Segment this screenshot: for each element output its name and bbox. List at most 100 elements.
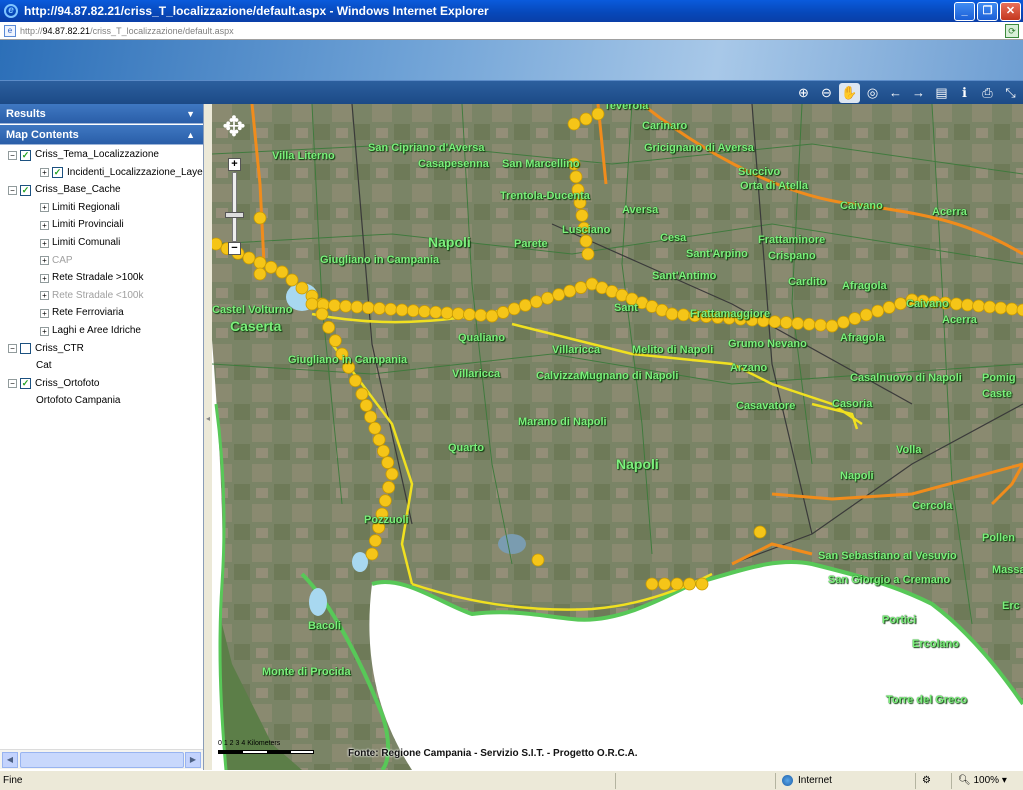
incident-marker[interactable] (882, 301, 896, 314)
incident-marker[interactable] (552, 288, 566, 302)
layer-checkbox[interactable]: ✓ (52, 167, 63, 179)
incident-marker[interactable] (670, 577, 684, 591)
security-zone[interactable]: Internet (775, 772, 915, 789)
incident-marker[interactable] (677, 308, 690, 322)
incident-marker[interactable] (567, 117, 581, 131)
incident-marker[interactable] (972, 299, 985, 313)
collapse-icon[interactable]: − (8, 150, 17, 160)
incident-marker[interactable] (295, 281, 309, 295)
incident-marker[interactable] (574, 281, 588, 294)
incident-marker[interactable] (779, 316, 793, 329)
minimize-button[interactable]: _ (954, 1, 975, 21)
scroll-thumb[interactable] (20, 752, 184, 768)
zoom-slider-track[interactable] (232, 172, 237, 242)
incident-marker[interactable] (518, 298, 532, 312)
incident-marker[interactable] (315, 307, 329, 321)
layer-checkbox[interactable]: ✓ (20, 149, 31, 161)
incident-marker[interactable] (395, 303, 409, 317)
layer-checkbox[interactable] (20, 343, 31, 355)
zoom-level[interactable]: 🔍︎ 100% ▾ (951, 772, 1023, 789)
incident-marker[interactable] (579, 234, 593, 248)
expand-icon[interactable]: + (40, 238, 49, 248)
chevron-down-icon[interactable]: ▼ (186, 104, 195, 124)
incident-marker[interactable] (496, 306, 510, 319)
incident-marker[interactable] (894, 297, 907, 311)
layer-tree-item[interactable]: − ✓ Criss_Ortofoto (8, 376, 99, 392)
incident-marker[interactable] (451, 307, 465, 321)
incident-marker[interactable] (859, 308, 873, 322)
incident-marker[interactable] (591, 107, 605, 121)
incident-marker[interactable] (212, 237, 223, 251)
layer-tree-item[interactable]: + Rete Ferroviaria (40, 305, 124, 321)
incident-marker[interactable] (384, 302, 398, 316)
map-contents-header[interactable]: Map Contents ▲ (0, 125, 203, 145)
incident-marker[interactable] (264, 260, 278, 274)
collapse-icon[interactable]: − (8, 344, 17, 354)
incident-marker[interactable] (848, 312, 862, 325)
layer-tree-item[interactable]: + CAP (40, 253, 73, 269)
incident-marker[interactable] (837, 315, 850, 329)
layer-checkbox[interactable]: ✓ (20, 184, 31, 196)
incident-marker[interactable] (563, 284, 577, 298)
identify-layer-icon[interactable]: ▤ (931, 83, 952, 103)
incident-marker[interactable] (429, 305, 443, 319)
layer-tree-item[interactable]: Ortofoto Campania (36, 393, 121, 409)
expand-icon[interactable]: + (40, 308, 49, 318)
incident-marker[interactable] (791, 317, 805, 330)
incident-marker[interactable] (695, 577, 709, 591)
incident-marker[interactable] (825, 319, 839, 333)
layer-tree-item[interactable]: + ✓ Incidenti_Localizzazione_Layer (40, 165, 203, 181)
expand-icon[interactable]: + (40, 203, 49, 213)
incident-marker[interactable] (359, 399, 373, 412)
pan-hand-icon[interactable]: ✋ (839, 83, 860, 103)
incident-marker[interactable] (350, 300, 364, 314)
incident-marker[interactable] (253, 267, 267, 281)
info-icon[interactable]: ℹ (954, 83, 975, 103)
forward-arrow-icon[interactable]: → (908, 83, 929, 103)
incident-marker[interactable] (1005, 302, 1019, 316)
incident-marker[interactable] (541, 291, 554, 305)
incident-marker[interactable] (253, 211, 267, 225)
layer-tree-item[interactable]: − ✓ Criss_Tema_Localizzazione (8, 147, 159, 163)
incident-marker[interactable] (275, 265, 289, 279)
incident-marker[interactable] (581, 247, 595, 261)
chevron-up-icon[interactable]: ▲ (186, 125, 195, 145)
zoom-out-button[interactable]: − (228, 242, 241, 255)
horizontal-scrollbar[interactable]: ◀ ▶ (0, 749, 203, 769)
zoom-in-button[interactable]: + (228, 158, 241, 171)
incident-marker[interactable] (378, 494, 392, 508)
refresh-icon[interactable]: ⟳ (1005, 23, 1019, 38)
expand-icon[interactable]: + (40, 220, 49, 230)
layer-tree-item[interactable]: + Rete Stradale <100k (40, 288, 143, 304)
incident-marker[interactable] (665, 307, 679, 321)
address-bar[interactable]: e http://94.87.82.21/criss_T_localizzazi… (0, 22, 1023, 40)
incident-marker[interactable] (364, 410, 377, 424)
incident-marker[interactable] (372, 433, 386, 447)
zoom-dropdown-icon[interactable]: ▾ (1002, 773, 1007, 789)
incident-marker[interactable] (814, 318, 827, 332)
collapse-icon[interactable]: − (8, 185, 17, 195)
zoom-out-icon[interactable]: ⊖ (816, 83, 837, 103)
incident-marker[interactable] (994, 301, 1008, 315)
incident-marker[interactable] (753, 525, 767, 539)
address-url[interactable]: http://94.87.82.21/criss_T_localizzazion… (20, 26, 1005, 36)
protected-mode-icon[interactable]: ⚙ (915, 772, 951, 789)
incident-marker[interactable] (683, 577, 696, 591)
scroll-left-icon[interactable]: ◀ (2, 752, 18, 768)
incident-marker[interactable] (950, 297, 963, 311)
layer-tree-item[interactable]: + Laghi e Aree Idriche (40, 323, 141, 339)
panel-splitter[interactable]: ◂ (204, 104, 212, 770)
incident-marker[interactable] (440, 306, 454, 320)
layer-tree-item[interactable]: + Limiti Regionali (40, 200, 120, 216)
incident-marker[interactable] (418, 305, 431, 318)
incident-marker[interactable] (253, 256, 267, 270)
pan-arrows-icon[interactable]: ✥ (222, 112, 246, 146)
layer-tree-item[interactable]: Cat (36, 358, 52, 374)
zoom-in-icon[interactable]: ⊕ (793, 83, 814, 103)
layer-tree-item[interactable]: − Criss_CTR (8, 341, 84, 357)
incident-marker[interactable] (531, 553, 545, 567)
incident-marker[interactable] (328, 299, 341, 312)
collapse-icon[interactable]: − (8, 379, 17, 389)
layer-tree-item[interactable]: + Rete Stradale >100k (40, 270, 143, 286)
incident-marker[interactable] (355, 387, 369, 401)
